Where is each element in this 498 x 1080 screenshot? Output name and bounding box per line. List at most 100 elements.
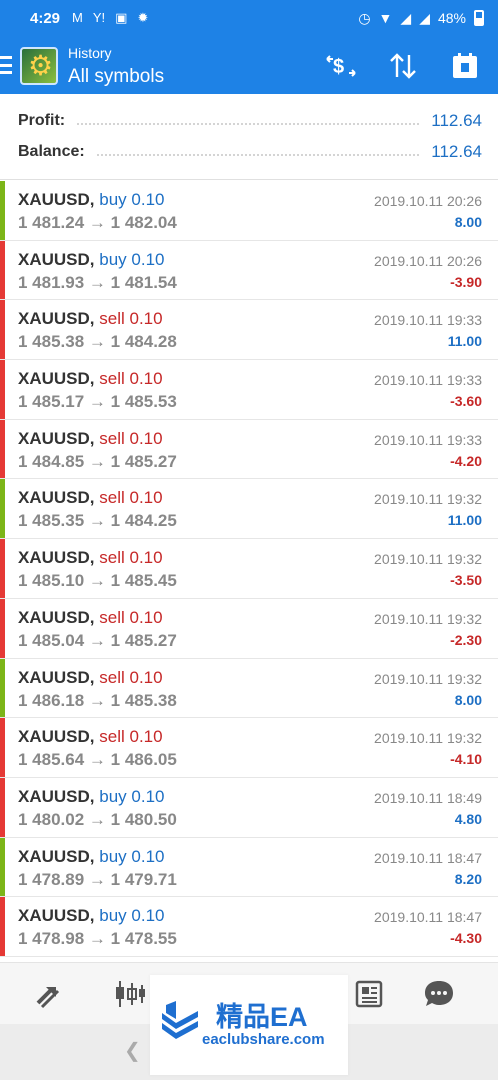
deal-time: 2019.10.11 19:33	[374, 312, 482, 329]
arrow-icon: →	[88, 571, 106, 591]
arrow-icon: →	[88, 213, 106, 232]
deal-time: 2019.10.11 20:26	[374, 193, 482, 209]
deal-symbol: XAUUSD,	[18, 846, 95, 866]
deal-profit: -4.10	[450, 751, 482, 768]
deal-open-price: 1 486.18	[18, 690, 85, 710]
deal-open-price: 1 478.89	[18, 869, 85, 889]
leader-dots	[96, 154, 420, 156]
news-icon[interactable]	[352, 977, 386, 1011]
deal-title: XAUUSD, sell 0.10	[18, 727, 163, 747]
app-bar-title[interactable]: All symbols	[68, 66, 164, 88]
result-indicator-bar	[0, 837, 5, 897]
deal-prices: 1 485.64 → 1 486.05	[18, 750, 177, 770]
signal-app-icon: Y!	[92, 10, 106, 25]
deal-prices: 1 485.38 → 1 484.28	[18, 332, 177, 352]
quotes-icon[interactable]	[32, 977, 66, 1011]
calendar-icon[interactable]	[448, 50, 482, 82]
deal-close-price: 1 485.53	[110, 392, 177, 412]
deal-open-price: 1 485.17	[18, 392, 85, 412]
result-indicator-bar	[0, 598, 5, 658]
deal-side: sell	[99, 727, 125, 747]
back-chevron-icon[interactable]: ❮	[124, 1038, 141, 1063]
profit-row: Profit: 112.64	[18, 106, 482, 136]
arrow-icon: →	[88, 809, 106, 829]
chat-icon[interactable]	[422, 977, 456, 1011]
deal-profit: 8.00	[454, 214, 482, 230]
arrow-icon: →	[88, 332, 106, 352]
deals-list: XAUUSD, buy 0.10 1 481.24 → 1 482.04 2019.…	[0, 181, 498, 957]
deal-symbol: XAUUSD,	[18, 309, 95, 329]
deal-row[interactable]: XAUUSD, sell 0.10 1 484.85 → 1 485.27 2019…	[0, 419, 498, 480]
svg-text:$: $	[333, 56, 344, 78]
result-indicator-bar	[0, 658, 5, 718]
deal-row[interactable]: XAUUSD, sell 0.10 1 485.35 → 1 484.25 2019…	[0, 479, 498, 540]
app-bar: History All symbols $	[0, 36, 498, 94]
arrow-icon: →	[88, 750, 106, 770]
deal-row[interactable]: XAUUSD, sell 0.10 1 486.18 → 1 485.38 2019…	[0, 658, 498, 719]
deal-row[interactable]: XAUUSD, buy 0.10 1 481.93 → 1 481.54 2019.…	[0, 240, 498, 301]
deal-symbol: XAUUSD,	[18, 249, 95, 269]
deal-profit: -4.30	[450, 930, 482, 947]
deal-close-price: 1 485.38	[110, 690, 177, 710]
chart-icon[interactable]	[112, 977, 146, 1011]
result-indicator-bar	[0, 360, 5, 419]
deal-symbol: XAUUSD,	[18, 488, 95, 508]
sort-icon[interactable]	[386, 50, 420, 82]
deal-open-price: 1 480.02	[18, 809, 85, 829]
deal-open-price: 1 478.98	[18, 929, 85, 949]
arrow-icon: →	[88, 451, 106, 471]
deal-side: buy	[99, 190, 127, 209]
deal-row[interactable]: XAUUSD, sell 0.10 1 485.10 → 1 485.45 2019…	[0, 539, 498, 599]
deal-symbol: XAUUSD,	[18, 369, 95, 389]
deal-close-price: 1 478.55	[110, 929, 177, 949]
deal-volume: 0.10	[129, 488, 163, 508]
deal-row[interactable]: XAUUSD, sell 0.10 1 485.38 → 1 484.28 2019…	[0, 300, 498, 361]
deal-row[interactable]: XAUUSD, sell 0.10 1 485.04 → 1 485.27 2019…	[0, 598, 498, 659]
deal-row[interactable]: XAUUSD, buy 0.10 1 478.98 → 1 478.55 2019.…	[0, 897, 498, 957]
deal-row[interactable]: XAUUSD, sell 0.10 1 485.17 → 1 485.53 2019…	[0, 360, 498, 420]
metatrader-logo	[20, 47, 58, 85]
deal-title: XAUUSD, sell 0.10	[18, 668, 163, 688]
arrow-icon: →	[88, 511, 106, 531]
result-indicator-bar	[0, 181, 5, 240]
app-bar-subtitle: History	[68, 45, 112, 61]
deal-volume: 0.10	[131, 846, 165, 866]
menu-icon[interactable]	[0, 56, 12, 74]
deal-profit: 8.20	[454, 870, 482, 887]
deal-symbol: XAUUSD,	[18, 607, 95, 627]
deal-prices: 1 478.89 → 1 479.71	[18, 870, 177, 890]
result-indicator-bar	[0, 240, 5, 300]
deal-time: 2019.10.11 19:33	[374, 431, 482, 448]
arrow-icon: →	[88, 929, 106, 949]
deal-title: XAUUSD, sell 0.10	[18, 369, 163, 389]
deal-prices: 1 485.04 → 1 485.27	[18, 631, 177, 651]
deal-prices: 1 485.35 → 1 484.25	[18, 511, 177, 531]
deal-volume: 0.10	[131, 906, 165, 926]
deal-volume: 0.10	[129, 667, 163, 687]
profit-label: Profit:	[18, 112, 66, 129]
deal-volume: 0.10	[129, 309, 163, 329]
deal-symbol: XAUUSD,	[18, 786, 95, 806]
deal-open-price: 1 485.04	[18, 630, 85, 650]
deal-row[interactable]: XAUUSD, buy 0.10 1 478.89 → 1 479.71 2019.…	[0, 837, 498, 898]
deal-title: XAUUSD, sell 0.10	[18, 608, 163, 628]
deal-title: XAUUSD, sell 0.10	[18, 429, 163, 449]
deal-title: XAUUSD, sell 0.10	[18, 309, 163, 329]
deal-time: 2019.10.11 19:32	[374, 491, 482, 508]
account-summary: Profit: 112.64 Balance: 112.64	[0, 94, 498, 180]
deal-row[interactable]: XAUUSD, buy 0.10 1 480.02 → 1 480.50 2019.…	[0, 777, 498, 838]
result-indicator-bar	[0, 539, 5, 598]
deal-profit: 4.80	[454, 810, 482, 827]
currency-exchange-icon[interactable]: $	[324, 50, 358, 82]
arrow-icon: →	[88, 690, 106, 710]
status-time: 4:29	[30, 9, 61, 27]
balance-value: 112.64	[431, 142, 482, 161]
pinwheel-icon: ✹	[137, 10, 149, 25]
deal-time: 2019.10.11 19:32	[374, 730, 482, 747]
leader-dots	[77, 123, 420, 125]
deal-row[interactable]: XAUUSD, sell 0.10 1 485.64 → 1 486.05 2019…	[0, 718, 498, 778]
deal-open-price: 1 485.35	[18, 511, 85, 531]
deal-symbol: XAUUSD,	[18, 906, 95, 926]
deal-row[interactable]: XAUUSD, buy 0.10 1 481.24 → 1 482.04 2019.…	[0, 181, 498, 241]
deal-prices: 1 481.24 → 1 482.04	[18, 213, 177, 233]
